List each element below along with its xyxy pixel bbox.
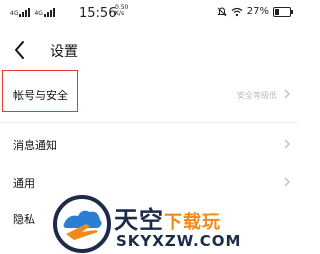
watermark-logo-icon xyxy=(53,195,111,253)
watermark-domain: SKYXZW.COM xyxy=(116,232,242,250)
settings-row-general[interactable]: 通用 xyxy=(0,168,299,196)
battery-percent: 27% xyxy=(246,6,269,17)
back-arrow-icon[interactable] xyxy=(10,38,30,62)
nav-bar: 设置 xyxy=(0,34,299,66)
page-title: 设置 xyxy=(50,44,78,60)
wifi-icon xyxy=(231,7,243,16)
divider xyxy=(0,122,299,123)
status-right: 27% xyxy=(217,6,293,17)
silent-bell-icon xyxy=(217,6,227,16)
watermark: 天空下载玩 SKYXZW.COM xyxy=(52,194,299,254)
clock: 15:56 xyxy=(79,6,117,21)
battery-fill xyxy=(275,8,279,15)
settings-row-label: 通用 xyxy=(13,177,35,190)
cellular-signal-icon: 4G xyxy=(34,8,55,17)
watermark-main: 天空 xyxy=(114,206,164,234)
highlight-box xyxy=(2,70,78,112)
watermark-accent: 下载玩 xyxy=(164,212,221,233)
battery-icon xyxy=(273,6,293,17)
settings-row-notifications[interactable]: 消息通知 xyxy=(0,130,299,158)
status-bar: 4G 4G 15:56 0.50 K/s 27% xyxy=(0,0,299,30)
settings-row-label: 隐私 xyxy=(13,213,35,226)
security-level-value: 安全等级低 xyxy=(237,91,277,100)
chevron-right-icon xyxy=(284,177,290,187)
signal-group: 4G 4G xyxy=(10,8,55,17)
signal-tag: 4G xyxy=(10,10,19,17)
cellular-signal-icon: 4G xyxy=(10,8,31,17)
watermark-text: 天空下载玩 xyxy=(114,200,221,235)
settings-row-label: 消息通知 xyxy=(13,139,57,152)
net-speed-unit: K/s xyxy=(115,10,125,17)
chevron-right-icon xyxy=(284,139,290,149)
signal-tag: 4G xyxy=(34,10,43,17)
chevron-right-icon xyxy=(284,89,290,99)
net-speed: 0.50 K/s xyxy=(115,5,128,17)
